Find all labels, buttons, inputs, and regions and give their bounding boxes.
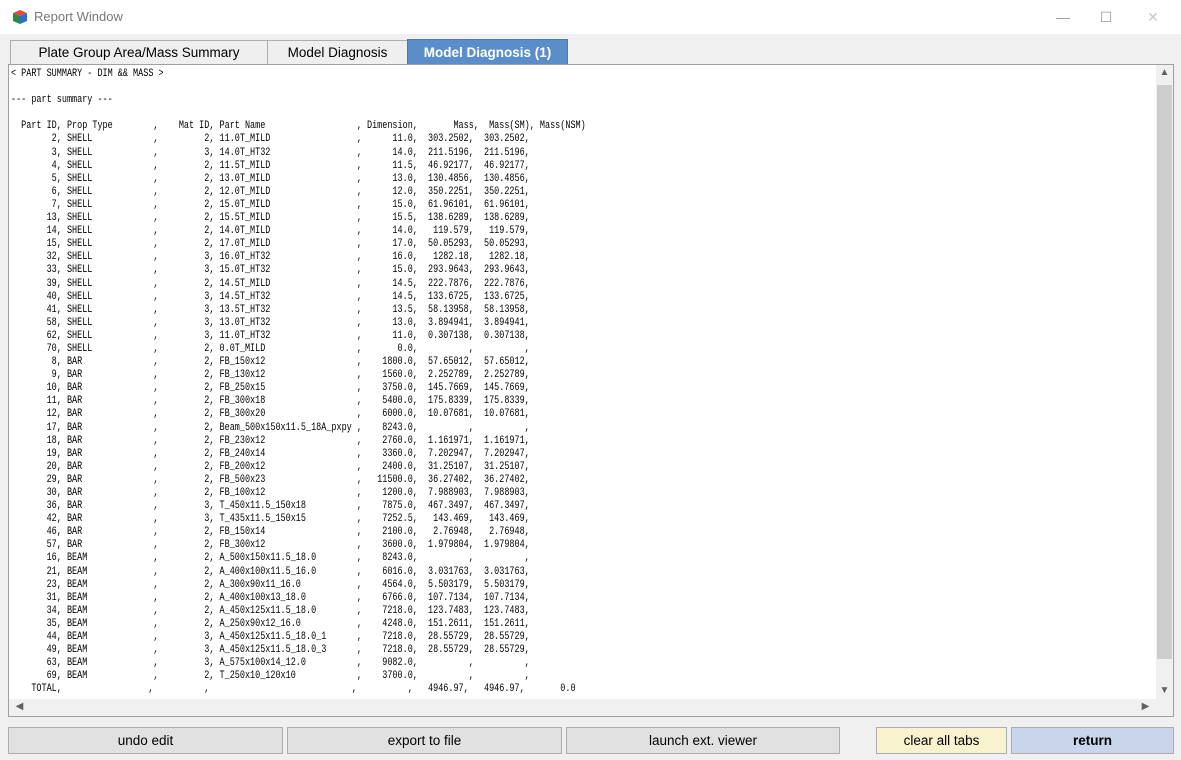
table-row: 46, BAR , 2, FB_150x14 , 2100.0, 2.76948…: [11, 526, 530, 539]
table-row: 12, BAR , 2, FB_300x20 , 6000.0, 10.0768…: [11, 408, 530, 421]
table-row: 5, SHELL , 2, 13.0T_MILD , 13.0, 130.485…: [11, 172, 530, 185]
table-row: 62, SHELL , 3, 11.0T_HT32 , 11.0, 0.3071…: [11, 329, 530, 342]
table-row: 8, BAR , 2, FB_150x12 , 1800.0, 57.65012…: [11, 356, 530, 369]
table-row: 3, SHELL , 3, 14.0T_HT32 , 14.0, 211.519…: [11, 146, 530, 159]
report-subheading: --- part summary ---: [11, 94, 113, 107]
scroll-right-icon[interactable]: ▶: [1137, 701, 1154, 712]
minimize-button[interactable]: —: [1040, 0, 1086, 34]
table-row: 21, BEAM , 2, A_400x100x11.5_16.0 , 6016…: [11, 565, 530, 578]
table-row: 15, SHELL , 2, 17.0T_MILD , 17.0, 50.052…: [11, 238, 530, 251]
table-row: 31, BEAM , 2, A_400x100x13_18.0 , 6766.0…: [11, 591, 530, 604]
vertical-scroll-thumb[interactable]: [1157, 85, 1172, 659]
tab-model-diagnosis[interactable]: Model Diagnosis: [267, 40, 408, 64]
table-row: 32, SHELL , 3, 16.0T_HT32 , 16.0, 1282.1…: [11, 251, 530, 264]
table-row: 69, BEAM , 2, T_250x10_120x10 , 3700.0, …: [11, 670, 530, 683]
table-row: 30, BAR , 2, FB_100x12 , 1200.0, 7.98890…: [11, 487, 530, 499]
report-text[interactable]: < PART SUMMARY - DIM && MASS >​--- part …: [11, 68, 586, 697]
tab-model-diagnosis-1[interactable]: Model Diagnosis (1): [407, 39, 568, 65]
scroll-down-icon[interactable]: ▼: [1156, 685, 1173, 696]
clear-all-tabs-button[interactable]: clear all tabs: [876, 727, 1007, 754]
tab-plate-group-summary[interactable]: Plate Group Area/Mass Summary: [10, 40, 268, 64]
table-row: 10, BAR , 2, FB_250x15 , 3750.0, 145.766…: [11, 382, 530, 395]
table-row: 41, SHELL , 3, 13.5T_HT32 , 13.5, 58.139…: [11, 303, 530, 316]
table-row: 63, BEAM , 3, A_575x100x14_12.0 , 9082.0…: [11, 657, 530, 670]
table-row: 17, BAR , 2, Beam_500x150x11.5_18A_pxpy …: [11, 421, 530, 434]
table-row: 7, SHELL , 2, 15.0T_MILD , 15.0, 61.9610…: [11, 198, 530, 211]
return-button[interactable]: return: [1011, 727, 1174, 754]
table-body: 2, SHELL , 2, 11.0T_MILD , 11.0, 303.250…: [11, 133, 586, 683]
table-row: 35, BEAM , 2, A_250x90x12_16.0 , 4248.0,…: [11, 617, 530, 630]
app-icon: [13, 10, 27, 24]
table-row: 44, BEAM , 3, A_450x125x11.5_18.0_1 , 72…: [11, 631, 530, 644]
scroll-up-icon[interactable]: ▲: [1156, 67, 1173, 78]
table-row: 36, BAR , 3, T_450x11.5_150x18 , 7875.0,…: [11, 500, 530, 513]
table-row: 18, BAR , 2, FB_230x12 , 2760.0, 1.16197…: [11, 434, 530, 447]
table-header: Part ID, Prop Type , Mat ID, Part Name ,…: [11, 120, 586, 133]
table-total-row: TOTAL, , , , , 4946.97, 4946.97, 0.0: [11, 683, 576, 696]
tab-bar: Plate Group Area/Mass Summary Model Diag…: [10, 39, 568, 65]
window-title: Report Window: [34, 9, 123, 24]
close-button[interactable]: ✕: [1130, 0, 1176, 34]
table-row: 23, BEAM , 2, A_300x90x11_16.0 , 4564.0,…: [11, 578, 530, 591]
table-row: 4, SHELL , 2, 11.5T_MILD , 11.5, 46.9217…: [11, 159, 530, 172]
table-row: 34, BEAM , 2, A_450x125x11.5_18.0 , 7218…: [11, 604, 530, 617]
table-row: 16, BEAM , 2, A_500x150x11.5_18.0 , 8243…: [11, 552, 530, 565]
table-row: 58, SHELL , 3, 13.0T_HT32 , 13.0, 3.8949…: [11, 316, 530, 329]
table-row: 6, SHELL , 2, 12.0T_MILD , 12.0, 350.225…: [11, 185, 530, 198]
table-row: 39, SHELL , 2, 14.5T_MILD , 14.5, 222.78…: [11, 277, 530, 290]
scroll-left-icon[interactable]: ◀: [11, 701, 28, 712]
report-heading: < PART SUMMARY - DIM && MASS >: [11, 68, 164, 80]
table-row: 42, BAR , 3, T_435x11.5_150x15 , 7252.5,…: [11, 513, 530, 526]
export-to-file-button[interactable]: export to file: [287, 727, 562, 754]
undo-edit-button[interactable]: undo edit: [8, 727, 283, 754]
table-row: 40, SHELL , 3, 14.5T_HT32 , 14.5, 133.67…: [11, 290, 530, 303]
table-row: 29, BAR , 2, FB_500x23 , 11500.0, 36.274…: [11, 473, 530, 486]
table-row: 20, BAR , 2, FB_200x12 , 2400.0, 31.2510…: [11, 460, 530, 473]
table-row: 49, BEAM , 3, A_450x125x11.5_18.0_3 , 72…: [11, 644, 530, 657]
table-row: 33, SHELL , 3, 15.0T_HT32 , 15.0, 293.96…: [11, 264, 530, 277]
title-bar: Report Window — ☐ ✕: [0, 0, 1181, 34]
launch-ext-viewer-button[interactable]: launch ext. viewer: [566, 727, 840, 754]
table-row: 70, SHELL , 2, 0.0T_MILD , 0.0, , ,: [11, 342, 530, 355]
maximize-button[interactable]: ☐: [1083, 0, 1129, 34]
horizontal-scrollbar[interactable]: ◀ ▶: [9, 699, 1173, 716]
report-panel: < PART SUMMARY - DIM && MASS >​--- part …: [8, 64, 1174, 717]
table-row: 2, SHELL , 2, 11.0T_MILD , 11.0, 303.250…: [11, 133, 530, 146]
table-row: 11, BAR , 2, FB_300x18 , 5400.0, 175.833…: [11, 395, 530, 408]
table-row: 9, BAR , 2, FB_130x12 , 1560.0, 2.252789…: [11, 369, 530, 382]
table-row: 19, BAR , 2, FB_240x14 , 3360.0, 7.20294…: [11, 447, 530, 460]
table-row: 13, SHELL , 2, 15.5T_MILD , 15.5, 138.62…: [11, 212, 530, 225]
button-bar: undo edit export to file launch ext. vie…: [8, 727, 1174, 754]
vertical-scrollbar[interactable]: ▲ ▼: [1156, 65, 1173, 701]
table-row: 14, SHELL , 2, 14.0T_MILD , 14.0, 119.57…: [11, 225, 530, 238]
table-row: 57, BAR , 2, FB_300x12 , 3600.0, 1.97980…: [11, 539, 530, 552]
